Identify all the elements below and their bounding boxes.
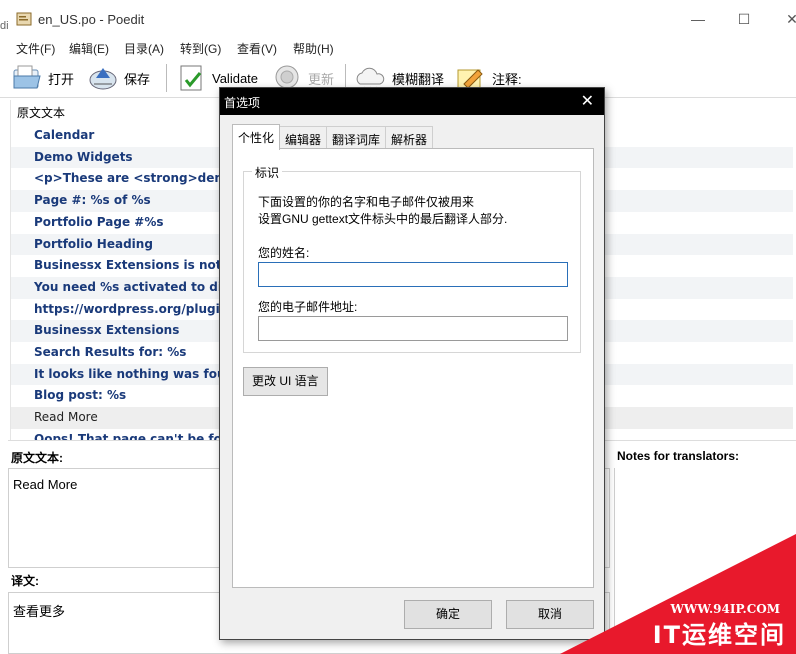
update-label: 更新 <box>308 71 335 87</box>
tab-personalize[interactable]: 个性化 <box>232 124 281 150</box>
change-ui-language-button[interactable]: 更改 UI 语言 <box>243 367 328 396</box>
name-input[interactable] <box>258 262 568 287</box>
ok-button[interactable]: 确定 <box>404 600 492 629</box>
close-window-button[interactable]: ✕ <box>782 9 796 29</box>
menu-bar: 文件(F) 编辑(E) 目录(A) 转到(G) 查看(V) 帮助(H) <box>0 38 796 58</box>
watermark-brand: IT运维空间 <box>652 621 786 649</box>
dialog-close-icon[interactable]: ✕ <box>581 91 594 111</box>
translation-label: 译文: <box>11 574 39 588</box>
watermark: WWW.94IP.COM IT运维空间 <box>560 534 796 654</box>
dialog-title-bar: 首选项 ✕ <box>220 88 604 115</box>
tab-editor[interactable]: 编辑器 <box>279 126 328 148</box>
save-button[interactable]: 保存 <box>88 62 150 94</box>
validate-label: Validate <box>212 70 259 86</box>
menu-goto[interactable]: 转到(G) <box>180 40 221 57</box>
menu-edit[interactable]: 编辑(E) <box>69 40 109 57</box>
menu-view[interactable]: 查看(V) <box>237 40 277 57</box>
identity-group: 标识 下面设置的你的名字和电子邮件仅被用来 设置GNU gettext文件标头中… <box>243 164 581 353</box>
minimize-button[interactable]: — <box>688 9 708 29</box>
open-label: 打开 <box>48 71 75 87</box>
toolbar-separator <box>166 64 167 92</box>
validate-check-icon <box>180 65 202 91</box>
menu-file[interactable]: 文件(F) <box>16 40 55 57</box>
email-label: 您的电子邮件地址: <box>258 300 358 314</box>
name-label: 您的姓名: <box>258 246 310 260</box>
preferences-tabs: 个性化 编辑器 翻译词库 解析器 <box>232 124 434 150</box>
menu-help[interactable]: 帮助(H) <box>293 40 334 57</box>
title-bar: en_US.po - Poedit — ☐ ✕ <box>0 0 796 38</box>
tab-translation-memory[interactable]: 翻译词库 <box>326 126 387 148</box>
maximize-button[interactable]: ☐ <box>734 9 754 29</box>
notes-for-translators-label: Notes for translators: <box>617 449 740 463</box>
tab-parsers[interactable]: 解析器 <box>385 126 434 148</box>
dialog-title: 首选项 <box>224 96 261 110</box>
description-line-1: 下面设置的你的名字和电子邮件仅被用来 <box>258 195 475 209</box>
window-title: en_US.po - Poedit <box>38 12 145 27</box>
background-window-sliver: di <box>0 20 9 32</box>
save-icon <box>89 68 117 90</box>
tab-panel: 标识 下面设置的你的名字和电子邮件仅被用来 设置GNU gettext文件标头中… <box>232 148 594 588</box>
open-button[interactable]: 打开 <box>12 62 74 94</box>
identity-description: 下面设置的你的名字和电子邮件仅被用来 设置GNU gettext文件标头中的最后… <box>258 194 568 228</box>
menu-catalog[interactable]: 目录(A) <box>124 40 164 57</box>
fuzzy-label: 模糊翻译 <box>392 71 445 87</box>
preferences-dialog: 首选项 ✕ 个性化 编辑器 翻译词库 解析器 标识 下面设置的你的名字和电子邮件… <box>219 87 605 640</box>
save-label: 保存 <box>124 71 151 87</box>
source-text-label: 原文文本: <box>11 451 63 465</box>
identity-group-title: 标识 <box>252 164 283 181</box>
list-column-header: 原文文本 <box>17 106 66 120</box>
description-line-2: 设置GNU gettext文件标头中的最后翻译人部分. <box>258 212 508 226</box>
comment-label: 注释: <box>492 71 522 87</box>
watermark-url: WWW.94IP.COM <box>670 602 780 616</box>
open-folder-icon <box>13 65 41 89</box>
email-input[interactable] <box>258 316 568 341</box>
poedit-app-icon <box>16 12 32 26</box>
